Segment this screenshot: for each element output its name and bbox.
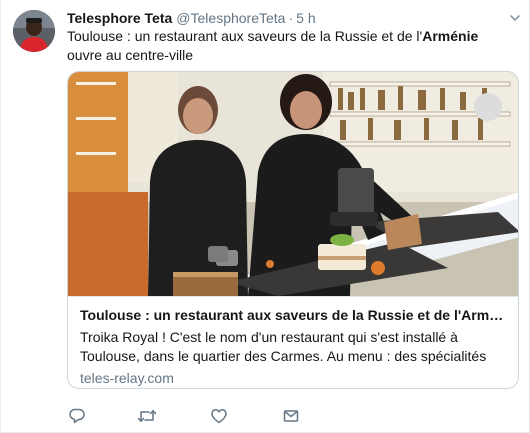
tweet-text-part: ouvre au centre-ville xyxy=(67,47,194,63)
display-name[interactable]: Telesphore Teta xyxy=(67,10,172,26)
separator-dot: · xyxy=(288,10,294,26)
user-handle[interactable]: @TelesphoreTeta xyxy=(176,10,285,26)
tweet-text-part: Toulouse : un restaurant aux saveurs de … xyxy=(67,28,423,44)
card-body: Toulouse : un restaurant aux saveurs de … xyxy=(68,296,518,388)
reply-icon[interactable] xyxy=(67,406,87,426)
tweet-actions xyxy=(67,406,517,426)
tweet-text-bold: Arménie xyxy=(422,28,479,44)
tweet-text: Toulouse : un restaurant aux saveurs de … xyxy=(67,27,517,65)
card-description: Troika Royal ! C'est le nom d'un restaur… xyxy=(80,329,487,364)
tweet[interactable]: Telesphore Teta @TelesphoreTeta · 5 h Toulo… xyxy=(0,0,530,433)
tweet-header: Telesphore Teta @TelesphoreTeta · 5 h xyxy=(67,9,499,27)
envelope-icon[interactable] xyxy=(281,406,301,426)
card-image[interactable] xyxy=(68,72,518,296)
avatar[interactable] xyxy=(13,10,55,52)
link-card[interactable]: Toulouse : un restaurant aux saveurs de … xyxy=(67,71,519,389)
card-domain[interactable]: teles-relay.com xyxy=(80,369,506,388)
retweet-icon[interactable] xyxy=(137,406,157,426)
chevron-down-icon[interactable] xyxy=(509,12,521,24)
card-title[interactable]: Toulouse : un restaurant aux saveurs de … xyxy=(80,306,506,325)
heart-icon[interactable] xyxy=(209,406,229,426)
timestamp[interactable]: 5 h xyxy=(296,10,315,26)
